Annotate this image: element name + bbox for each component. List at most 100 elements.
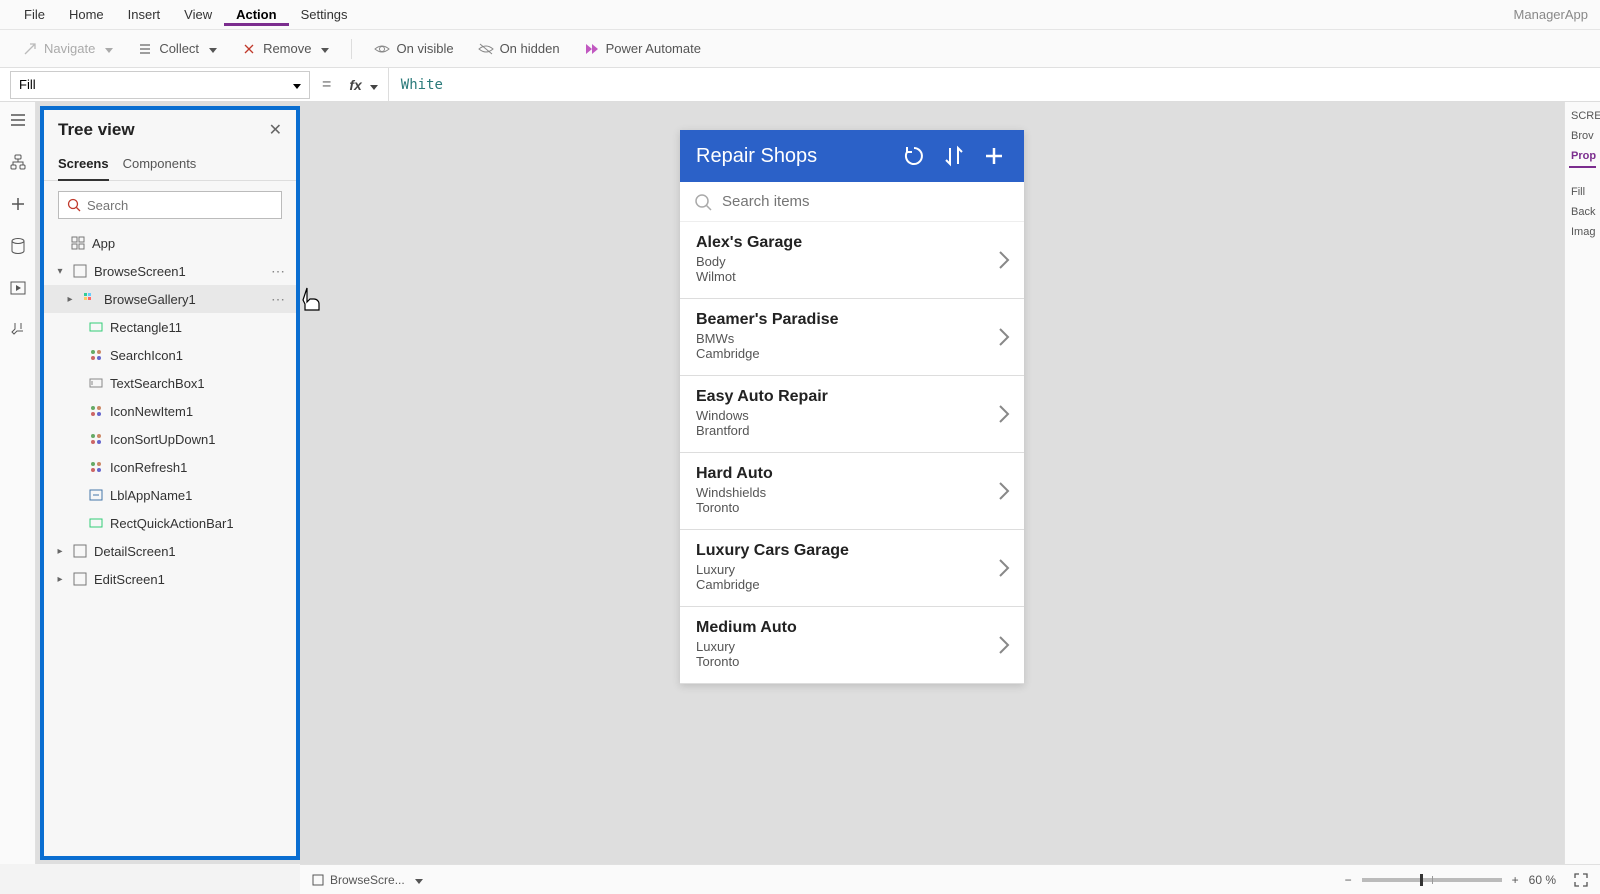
node-search-icon[interactable]: SearchIcon1 xyxy=(44,341,296,369)
more-icon[interactable]: ⋯ xyxy=(271,263,286,280)
list-item[interactable]: Luxury Cars GarageLuxuryCambridge xyxy=(680,530,1024,607)
node-rect-quick-action-label: RectQuickActionBar1 xyxy=(110,516,234,531)
node-rectangle-label: Rectangle11 xyxy=(110,320,182,335)
list-item[interactable]: Alex's GarageBodyWilmot xyxy=(680,222,1024,299)
node-rect-quick-action[interactable]: RectQuickActionBar1 xyxy=(44,509,296,537)
media-icon[interactable] xyxy=(6,276,30,300)
more-icon[interactable]: ⋯ xyxy=(271,291,286,308)
node-rectangle[interactable]: Rectangle11 xyxy=(44,313,296,341)
divider xyxy=(351,39,352,59)
tab-properties[interactable]: Prop xyxy=(1569,146,1596,168)
node-detail-screen[interactable]: ▸ DetailScreen1 xyxy=(44,537,296,565)
prop-row-fill[interactable]: Fill xyxy=(1569,182,1596,202)
tab-components[interactable]: Components xyxy=(123,150,197,180)
fit-to-screen-icon[interactable] xyxy=(1574,873,1588,887)
icon-icon xyxy=(88,459,104,475)
item-subtitle-2: Cambridge xyxy=(696,346,1008,361)
item-subtitle-2: Toronto xyxy=(696,654,1008,669)
node-browse-screen[interactable]: ▾ BrowseScreen1 ⋯ xyxy=(44,257,296,285)
chevron-right-icon: ▸ xyxy=(54,574,66,585)
treeview-icon[interactable] xyxy=(6,150,30,174)
power-automate-button[interactable]: Power Automate xyxy=(574,37,711,61)
node-icon-refresh[interactable]: IconRefresh1 xyxy=(44,453,296,481)
icon-icon xyxy=(88,431,104,447)
close-icon[interactable]: ✕ xyxy=(269,120,282,140)
menu-file[interactable]: File xyxy=(12,3,57,26)
chevron-right-icon: ▸ xyxy=(54,546,66,557)
zoom-out-button[interactable]: − xyxy=(1345,873,1352,887)
fx-button[interactable]: fx xyxy=(339,68,388,101)
collect-button[interactable]: Collect xyxy=(127,37,227,61)
data-icon[interactable] xyxy=(6,234,30,258)
list-item[interactable]: Hard AutoWindshieldsToronto xyxy=(680,453,1024,530)
item-title: Luxury Cars Garage xyxy=(696,542,1008,560)
node-gallery[interactable]: ▸ BrowseGallery1 ⋯ xyxy=(44,285,296,313)
app-header: Repair Shops xyxy=(680,130,1024,182)
menu-bar: File Home Insert View Action Settings Ma… xyxy=(0,0,1600,30)
navigate-icon xyxy=(22,41,38,57)
on-hidden-button[interactable]: On hidden xyxy=(468,37,570,61)
node-lbl-app-name[interactable]: LblAppName1 xyxy=(44,481,296,509)
node-icon-new[interactable]: IconNewItem1 xyxy=(44,397,296,425)
menu-home[interactable]: Home xyxy=(57,3,116,26)
tools-icon[interactable] xyxy=(6,318,30,342)
menu-settings[interactable]: Settings xyxy=(289,3,360,26)
add-icon[interactable] xyxy=(980,142,1008,170)
on-hidden-label: On hidden xyxy=(500,41,560,56)
node-app-label: App xyxy=(92,236,115,251)
chevron-right-icon: ▸ xyxy=(64,294,76,305)
equals-sign: = xyxy=(314,76,339,94)
chevron-right-icon xyxy=(998,404,1010,424)
prop-row-background[interactable]: Back xyxy=(1569,202,1596,222)
node-edit-screen[interactable]: ▸ EditScreen1 xyxy=(44,565,296,593)
menu-view[interactable]: View xyxy=(172,3,224,26)
app-icon xyxy=(70,235,86,251)
chevron-down-icon xyxy=(205,41,217,56)
chevron-down-icon: ▾ xyxy=(54,266,66,277)
node-text-search-box[interactable]: TextSearchBox1 xyxy=(44,369,296,397)
canvas[interactable]: Repair Shops Alex's GarageBodyWilmotBeam… xyxy=(300,102,1564,864)
refresh-icon[interactable] xyxy=(900,142,928,170)
screen-selector[interactable]: BrowseScre... xyxy=(312,873,423,887)
tab-screens[interactable]: Screens xyxy=(58,150,109,181)
chevron-right-icon xyxy=(998,635,1010,655)
menu-insert[interactable]: Insert xyxy=(116,3,173,26)
node-lbl-app-name-label: LblAppName1 xyxy=(110,488,192,503)
screen-selector-label: BrowseScre... xyxy=(330,873,405,887)
node-edit-screen-label: EditScreen1 xyxy=(94,572,165,587)
list-item[interactable]: Beamer's ParadiseBMWsCambridge xyxy=(680,299,1024,376)
search-icon xyxy=(694,193,712,211)
app-search-input[interactable] xyxy=(722,193,1010,210)
sort-icon[interactable] xyxy=(940,142,968,170)
node-app[interactable]: App xyxy=(44,229,296,257)
search-icon xyxy=(67,198,81,212)
remove-label: Remove xyxy=(263,41,311,56)
remove-icon xyxy=(241,41,257,57)
node-detail-screen-label: DetailScreen1 xyxy=(94,544,176,559)
tree-search-input[interactable] xyxy=(87,198,273,213)
property-dropdown[interactable]: Fill xyxy=(10,71,310,99)
zoom-in-button[interactable]: + xyxy=(1512,873,1519,887)
item-subtitle-2: Brantford xyxy=(696,423,1008,438)
navigate-button[interactable]: Navigate xyxy=(12,37,123,61)
remove-button[interactable]: Remove xyxy=(231,37,339,61)
menu-action[interactable]: Action xyxy=(224,3,288,26)
chevron-right-icon xyxy=(998,558,1010,578)
prop-row-image[interactable]: Imag xyxy=(1569,222,1596,242)
hamburger-icon[interactable] xyxy=(6,108,30,132)
tree-search[interactable] xyxy=(58,191,282,219)
slider-thumb[interactable] xyxy=(1420,874,1423,886)
item-title: Easy Auto Repair xyxy=(696,388,1008,406)
list-item[interactable]: Medium AutoLuxuryToronto xyxy=(680,607,1024,684)
app-search-bar[interactable] xyxy=(680,182,1024,222)
zoom-slider[interactable] xyxy=(1362,878,1502,882)
rectangle-icon xyxy=(88,515,104,531)
gallery-icon xyxy=(82,291,98,307)
node-icon-sort[interactable]: IconSortUpDown1 xyxy=(44,425,296,453)
formula-input[interactable]: White xyxy=(389,77,443,93)
screen-icon xyxy=(72,543,88,559)
list-item[interactable]: Easy Auto RepairWindowsBrantford xyxy=(680,376,1024,453)
add-icon[interactable] xyxy=(6,192,30,216)
chevron-down-icon xyxy=(101,41,113,56)
on-visible-button[interactable]: On visible xyxy=(364,37,463,61)
